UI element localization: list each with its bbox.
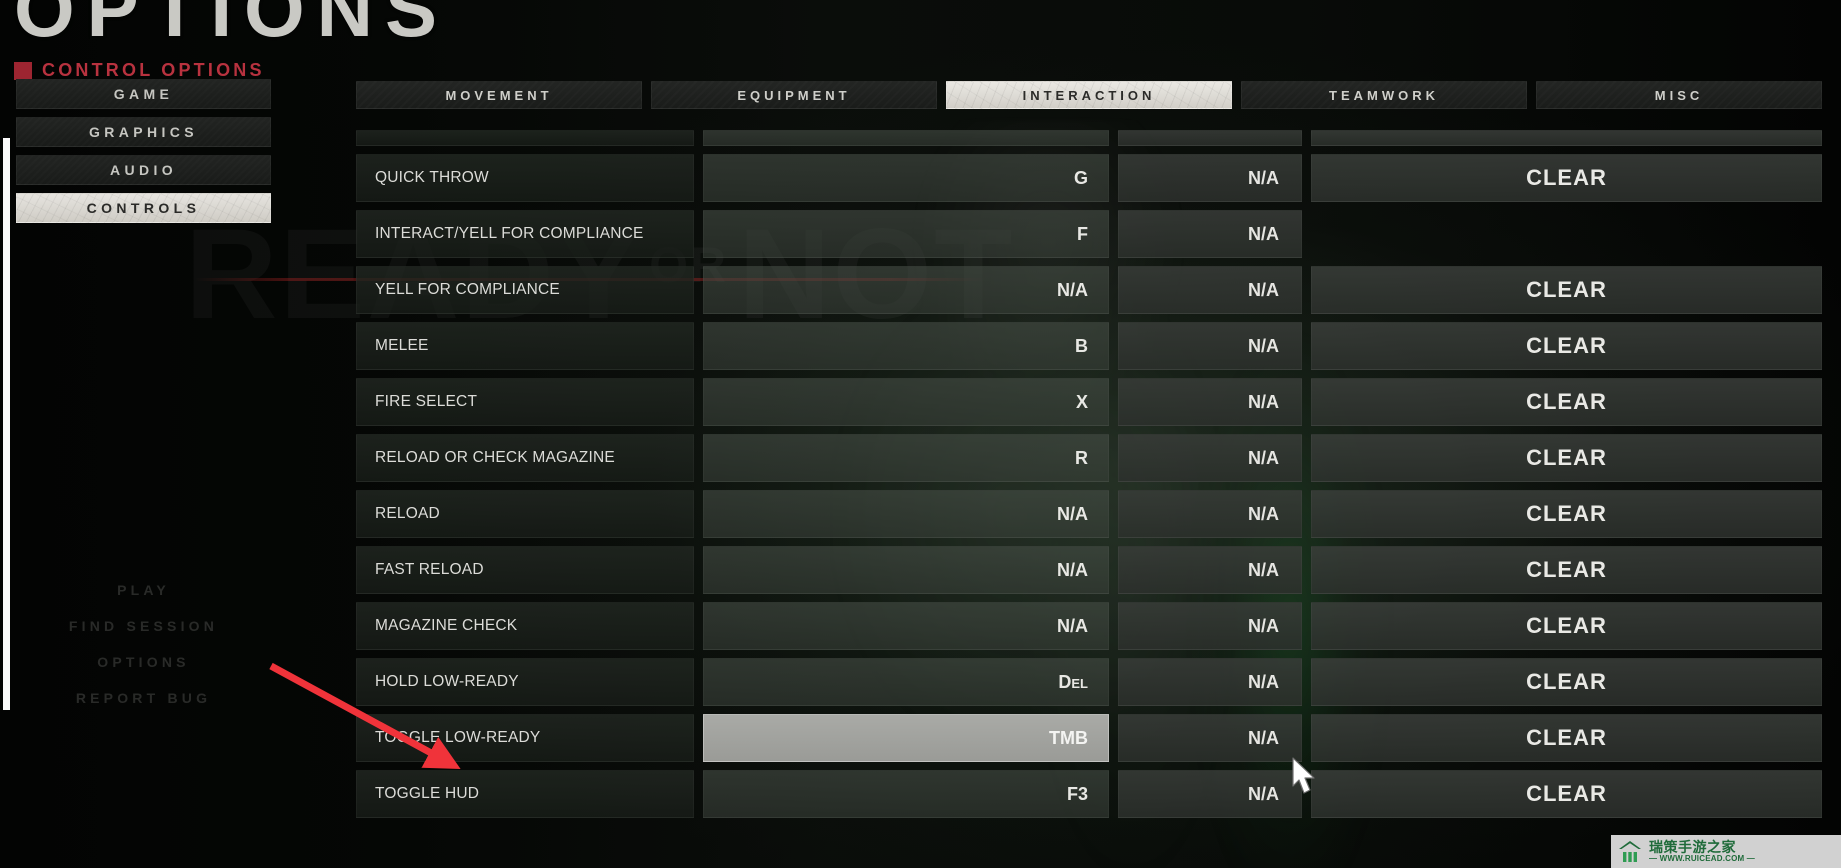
binding-primary-key[interactable]: F3 (703, 770, 1109, 818)
binding-secondary-key[interactable]: N/A (1118, 322, 1302, 370)
main-menu-play[interactable]: PLAY (16, 572, 271, 608)
scrollbar-track[interactable] (1800, 130, 1810, 868)
tab-interaction[interactable]: INTERACTION (946, 81, 1232, 109)
binding-primary-key[interactable]: G (703, 154, 1109, 202)
table-row: YELL FOR COMPLIANCE N/A N/A CLEAR (356, 266, 1822, 314)
binding-primary-key[interactable]: N/A (703, 546, 1109, 594)
subtitle-wrap: CONTROL OPTIONS (14, 60, 449, 81)
binding-secondary-key[interactable] (1118, 130, 1302, 146)
table-row: TOGGLE HUD F3 N/A CLEAR (356, 770, 1822, 818)
binding-secondary-key[interactable]: N/A (1118, 602, 1302, 650)
binding-primary-key[interactable] (703, 130, 1109, 146)
subtitle-marker-square (14, 61, 32, 80)
binding-secondary-key[interactable]: N/A (1118, 770, 1302, 818)
table-row: TOGGLE LOW-READY TMB N/A CLEAR (356, 714, 1822, 762)
clear-binding-button[interactable]: CLEAR (1311, 434, 1822, 482)
main-menu-report-bug[interactable]: REPORT BUG (16, 680, 271, 716)
sidebar-main-menu: PLAY FIND SESSION OPTIONS REPORT BUG (16, 572, 271, 716)
binding-action-label: FIRE SELECT (356, 378, 694, 426)
binding-secondary-key[interactable]: N/A (1118, 210, 1302, 258)
keybindings-table: QUICK THROW G N/A CLEAR INTERACT/YELL FOR CO… (356, 130, 1822, 868)
clear-binding-button[interactable]: CLEAR (1311, 770, 1822, 818)
clear-binding-button[interactable]: CLEAR (1311, 714, 1822, 762)
sidebar-category-graphics[interactable]: GRAPHICS (16, 117, 271, 147)
tab-teamwork[interactable]: TEAMWORK (1241, 81, 1527, 109)
main-menu-find-session[interactable]: FIND SESSION (16, 608, 271, 644)
clear-binding-button[interactable]: CLEAR (1311, 378, 1822, 426)
binding-primary-key-text: Del (1058, 671, 1088, 692)
table-row: FIRE SELECT X N/A CLEAR (356, 378, 1822, 426)
table-row: FAST RELOAD N/A N/A CLEAR (356, 546, 1822, 594)
binding-secondary-key[interactable]: N/A (1118, 266, 1302, 314)
sidebar-category-game[interactable]: GAME (16, 79, 271, 109)
site-watermark-logo-icon (1619, 840, 1641, 862)
binding-action-label: HOLD LOW-READY (356, 658, 694, 706)
binding-action-label: TOGGLE HUD (356, 770, 694, 818)
tab-movement[interactable]: MOVEMENT (356, 81, 642, 109)
binding-primary-key[interactable]: X (703, 378, 1109, 426)
site-watermark-text: 瑞策手游之家 — WWW.RUICEAD.COM — (1649, 840, 1755, 863)
binding-action-label: MELEE (356, 322, 694, 370)
page-subtitle: CONTROL OPTIONS (42, 60, 265, 80)
table-row: RELOAD N/A N/A CLEAR (356, 490, 1822, 538)
binding-secondary-key[interactable]: N/A (1118, 714, 1302, 762)
site-watermark-name: 瑞策手游之家 (1649, 838, 1736, 855)
table-row: MAGAZINE CHECK N/A N/A CLEAR (356, 602, 1822, 650)
binding-secondary-key[interactable]: N/A (1118, 490, 1302, 538)
header: OPTIONS CONTROL OPTIONS (14, 0, 449, 81)
tab-bar: MOVEMENT EQUIPMENT INTERACTION TEAMWORK MISC (356, 81, 1822, 109)
binding-action-label: FAST RELOAD (356, 546, 694, 594)
page-title: OPTIONS (14, 0, 450, 53)
binding-secondary-key[interactable]: N/A (1118, 378, 1302, 426)
site-watermark: 瑞策手游之家 — WWW.RUICEAD.COM — (1611, 835, 1841, 868)
binding-primary-key[interactable]: F (703, 210, 1109, 258)
clear-binding-button[interactable]: CLEAR (1311, 602, 1822, 650)
clear-binding-button[interactable]: CLEAR (1311, 490, 1822, 538)
binding-action-label: RELOAD OR CHECK MAGAZINE (356, 434, 694, 482)
binding-primary-key[interactable]: N/A (703, 490, 1109, 538)
binding-secondary-key[interactable]: N/A (1118, 434, 1302, 482)
tab-misc[interactable]: MISC (1536, 81, 1822, 109)
sidebar-categories: GAME GRAPHICS AUDIO CONTROLS (16, 79, 271, 231)
table-row: INTERACT/YELL FOR COMPLIANCE F N/A (356, 210, 1822, 258)
clear-binding-button[interactable]: CLEAR (1311, 546, 1822, 594)
clear-binding-button[interactable]: CLEAR (1311, 154, 1822, 202)
sidebar-category-controls[interactable]: CONTROLS (16, 193, 271, 223)
binding-action-label (356, 130, 694, 146)
binding-action-label: MAGAZINE CHECK (356, 602, 694, 650)
binding-primary-key[interactable]: B (703, 322, 1109, 370)
table-row: QUICK THROW G N/A CLEAR (356, 154, 1822, 202)
binding-action-label: RELOAD (356, 490, 694, 538)
clear-binding-button[interactable] (1311, 130, 1822, 146)
binding-secondary-key[interactable]: N/A (1118, 658, 1302, 706)
clear-binding-button[interactable]: CLEAR (1311, 322, 1822, 370)
main-menu-options[interactable]: OPTIONS (16, 644, 271, 680)
binding-action-label: YELL FOR COMPLIANCE (356, 266, 694, 314)
binding-primary-key[interactable]: R (703, 434, 1109, 482)
sidebar-category-audio[interactable]: AUDIO (16, 155, 271, 185)
binding-primary-key[interactable]: N/A (703, 266, 1109, 314)
table-row: HOLD LOW-READY Del N/A CLEAR (356, 658, 1822, 706)
clear-binding-button[interactable]: CLEAR (1311, 266, 1822, 314)
table-row: MELEE B N/A CLEAR (356, 322, 1822, 370)
binding-primary-key[interactable]: N/A (703, 602, 1109, 650)
tab-equipment[interactable]: EQUIPMENT (651, 81, 937, 109)
binding-primary-key[interactable]: TMB (703, 714, 1109, 762)
binding-secondary-key[interactable]: N/A (1118, 546, 1302, 594)
clear-binding-button[interactable]: CLEAR (1311, 658, 1822, 706)
table-row: RELOAD OR CHECK MAGAZINE R N/A CLEAR (356, 434, 1822, 482)
clear-binding-placeholder (1311, 210, 1822, 258)
binding-secondary-key[interactable]: N/A (1118, 154, 1302, 202)
binding-primary-key[interactable]: Del (703, 658, 1109, 706)
scrollbar-thumb[interactable] (3, 138, 10, 710)
binding-action-label: TOGGLE LOW-READY (356, 714, 694, 762)
site-watermark-url: — WWW.RUICEAD.COM — (1649, 853, 1756, 863)
table-row (356, 130, 1822, 146)
binding-action-label: QUICK THROW (356, 154, 694, 202)
binding-action-label: INTERACT/YELL FOR COMPLIANCE (356, 210, 694, 258)
